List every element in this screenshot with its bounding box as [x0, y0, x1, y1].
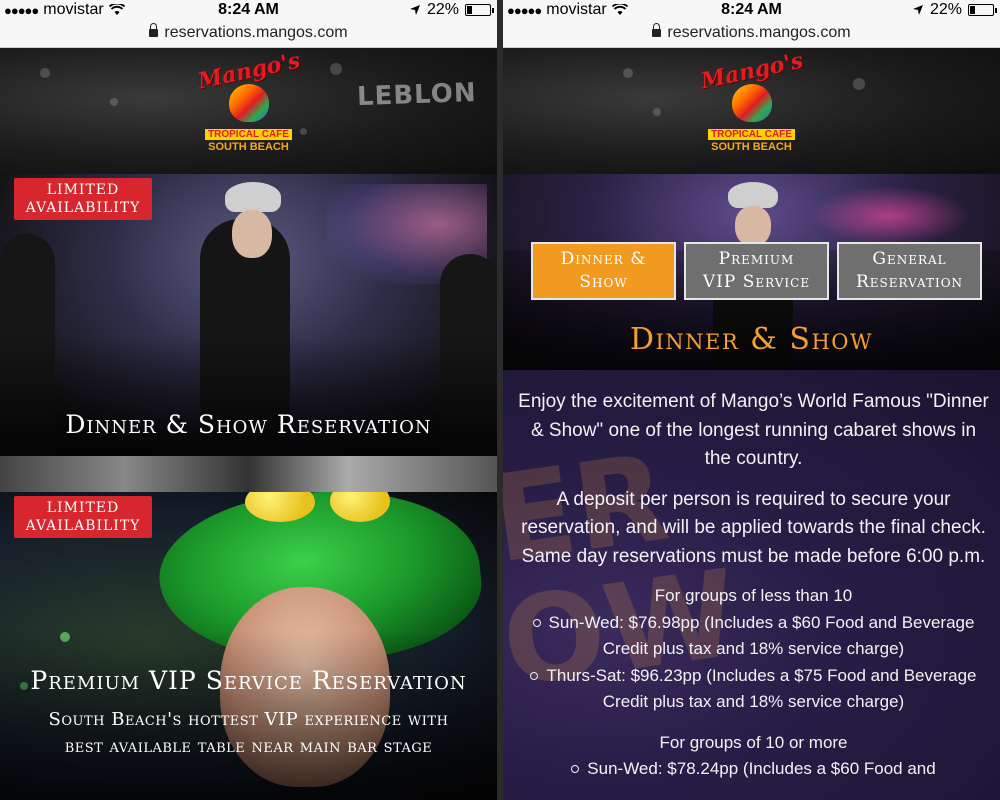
mangos-logo[interactable]: Mango's TROPICAL CAFE SOUTH BEACH — [697, 48, 807, 166]
tab-dinner-show[interactable]: Dinner & Show — [531, 242, 676, 300]
logo-location: SOUTH BEACH — [208, 141, 289, 153]
parrot-icon — [228, 84, 269, 122]
right-phone-screen: ●●●●● movistar 8:24 AM 22% reservations.… — [503, 0, 1000, 800]
dinner-show-card[interactable]: LIMITED AVAILABILITY Dinner & Show Reser… — [0, 174, 497, 456]
reservation-type-tabs: Dinner & Show Premium VIP Service General R… — [531, 242, 982, 300]
battery-percent: 22% — [426, 1, 459, 18]
price-item: Thurs-Sat: $96.23pp (Includes a $75 Food… — [517, 663, 990, 716]
location-arrow-icon — [409, 5, 420, 15]
section-title: Dinner & Show — [629, 322, 874, 357]
lock-icon — [149, 23, 159, 37]
bullet-icon — [571, 765, 580, 773]
photo-strip — [0, 456, 497, 492]
price-item: Sun-Wed: $78.24pp (Includes a $60 Food a… — [517, 756, 990, 783]
bullet-icon — [532, 618, 541, 627]
site-header: Mango's TROPICAL CAFE SOUTH BEACH — [503, 48, 1000, 174]
price-item: Sun-Wed: $76.98pp (Includes a $60 Food a… — [517, 610, 990, 663]
logo-location: SOUTH BEACH — [711, 141, 792, 153]
address-bar[interactable]: reservations.mangos.com — [0, 22, 497, 48]
location-arrow-icon — [912, 5, 923, 15]
background-neon-sign: LEBLON — [356, 77, 478, 113]
url-text: reservations.mangos.com — [667, 24, 851, 41]
deposit-paragraph: A deposit per person is required to secu… — [521, 488, 986, 567]
status-bar: ●●●●● movistar 8:24 AM 22% — [0, 0, 497, 22]
logo-tropical-cafe: TROPICAL CAFE — [708, 129, 795, 140]
pricing-group-small: For groups of less than 10 Sun-Wed: $76.… — [517, 583, 990, 716]
premium-vip-card[interactable]: LIMITED AVAILABILITY Premium VIP Service… — [0, 492, 497, 800]
group-heading: For groups of 10 or more — [659, 732, 848, 752]
limited-availability-badge: LIMITED AVAILABILITY — [14, 178, 152, 220]
group-heading: For groups of less than 10 — [654, 586, 853, 605]
battery-icon — [968, 4, 997, 16]
status-bar: ●●●●● movistar 8:24 AM 22% — [503, 0, 1000, 22]
address-bar[interactable]: reservations.mangos.com — [503, 22, 1000, 48]
lock-icon — [652, 23, 662, 37]
premium-vip-subtitle: South Beach's hottest VIP experience wit… — [48, 709, 449, 757]
intro-paragraph: Enjoy the excitement of Mango’s World Fa… — [518, 391, 989, 469]
pricing-group-large: For groups of 10 or more Sun-Wed: $78.24… — [517, 730, 990, 783]
left-phone-screen: ●●●●● movistar 8:24 AM 22% reservations.… — [0, 0, 497, 800]
site-header: LEBLON Mango's TROPICAL CAFE SOUTH BEACH — [0, 48, 497, 174]
dinner-show-details: ER OW Enjoy the excitement of Mango’s Wo… — [503, 370, 1000, 800]
battery-icon — [465, 4, 494, 16]
premium-vip-reservation-title: Premium VIP Service Reservation — [30, 666, 467, 695]
mangos-logo[interactable]: Mango's TROPICAL CAFE SOUTH BEACH — [194, 48, 304, 166]
bullet-icon — [530, 671, 539, 680]
tab-premium-vip-service[interactable]: Premium VIP Service — [684, 242, 829, 300]
logo-tropical-cafe: TROPICAL CAFE — [205, 129, 292, 140]
dinner-show-reservation-title: Dinner & Show Reservation — [65, 410, 432, 439]
limited-availability-badge: LIMITED AVAILABILITY — [14, 496, 152, 538]
battery-percent: 22% — [929, 1, 962, 18]
url-text: reservations.mangos.com — [164, 24, 348, 41]
parrot-icon — [731, 84, 772, 122]
tab-general-reservation[interactable]: General Reservation — [837, 242, 982, 300]
